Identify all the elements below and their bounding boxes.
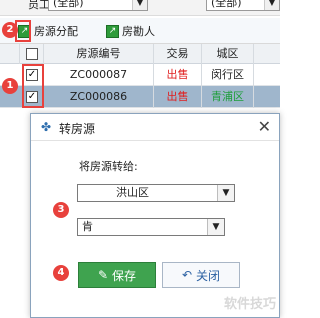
dialog-title: 转房源 bbox=[59, 122, 96, 136]
assign-listing-label: 房源分配 bbox=[34, 25, 78, 38]
employee-select-value: (全部) bbox=[53, 0, 84, 9]
undo-icon: ↶ bbox=[181, 268, 193, 282]
chevron-down-icon[interactable]: ▼ bbox=[132, 0, 147, 10]
listing-code: ZC000087 bbox=[44, 64, 154, 86]
close-button[interactable]: ↶ 关闭 bbox=[162, 262, 240, 288]
transfer-listing-dialog: ✤ 转房源 ✕ 将房源转给: 洪山区 ▼ 3 肯 ▼ 4 ✎ 保存 ↶ 关闭 bbox=[30, 113, 280, 318]
handshake-icon: ✤ bbox=[40, 120, 52, 134]
grid-header: 房源编号 交易 城区 bbox=[0, 44, 280, 64]
survey-person-button[interactable]: ↗ 房勘人 bbox=[106, 23, 155, 39]
status-select-value: (全部) bbox=[211, 0, 242, 9]
survey-person-label: 房勘人 bbox=[122, 25, 155, 38]
chevron-down-icon[interactable]: ▼ bbox=[207, 219, 224, 235]
close-icon[interactable]: ✕ bbox=[258, 117, 271, 136]
step-marker-4: 4 bbox=[53, 265, 69, 281]
person-select-value: 肯 bbox=[82, 220, 93, 233]
chevron-down-icon[interactable]: ▼ bbox=[217, 185, 234, 201]
close-label: 关闭 bbox=[196, 268, 221, 283]
row-indicator-header bbox=[0, 44, 20, 64]
step-marker-3: 3 bbox=[53, 202, 69, 218]
transfer-prompt: 将房源转给: bbox=[79, 160, 138, 173]
save-button[interactable]: ✎ 保存 bbox=[78, 262, 156, 288]
district: 闵行区 bbox=[202, 64, 254, 86]
status-select[interactable]: (全部) ▼ bbox=[206, 0, 280, 11]
filter-label: 员工 bbox=[28, 0, 50, 11]
district-select-value: 洪山区 bbox=[116, 186, 149, 199]
save-label: 保存 bbox=[112, 268, 137, 283]
dialog-title-bar: ✤ 转房源 ✕ bbox=[31, 114, 279, 141]
deal-type: 出售 bbox=[154, 86, 202, 108]
column-header-district[interactable]: 城区 bbox=[202, 44, 254, 64]
step-marker-2: 2 bbox=[2, 22, 18, 38]
column-header-deal[interactable]: 交易 bbox=[154, 44, 202, 64]
district-select[interactable]: 洪山区 ▼ bbox=[77, 184, 235, 202]
toolbar: ↗ 房源分配 ↗ 房勘人 bbox=[0, 18, 280, 44]
column-header-extra bbox=[254, 44, 280, 64]
chevron-down-icon[interactable]: ▼ bbox=[264, 0, 279, 10]
employee-select[interactable]: (全部) ▼ bbox=[48, 0, 148, 11]
column-header-code[interactable]: 房源编号 bbox=[44, 44, 154, 64]
district: 青浦区 bbox=[202, 86, 254, 108]
pencil-icon: ✎ bbox=[97, 268, 109, 282]
deal-type: 出售 bbox=[154, 64, 202, 86]
checkbox-highlight bbox=[22, 64, 44, 108]
filter-bar: 员工 (全部) ▼ (全部) ▼ bbox=[0, 0, 280, 16]
arrow-up-right-icon: ↗ bbox=[106, 24, 119, 38]
watermark: 软件技巧 bbox=[223, 297, 276, 312]
step-marker-1: 1 bbox=[2, 78, 18, 94]
select-all-header[interactable] bbox=[20, 44, 44, 64]
person-select[interactable]: 肯 ▼ bbox=[77, 218, 225, 236]
select-all-checkbox[interactable] bbox=[26, 48, 38, 60]
listing-code: ZC000086 bbox=[44, 86, 154, 108]
